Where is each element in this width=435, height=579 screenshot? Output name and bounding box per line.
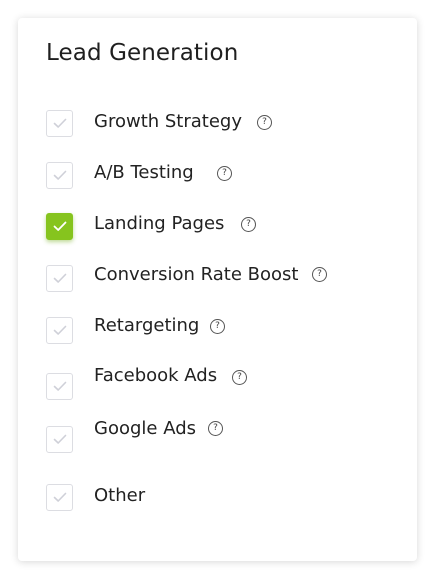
check-icon	[53, 434, 67, 444]
option-ab-testing[interactable]: A/B Testing ?	[18, 158, 417, 190]
option-growth-strategy[interactable]: Growth Strategy ?	[18, 106, 417, 138]
option-label: Google Ads	[94, 418, 196, 439]
help-icon[interactable]: ?	[210, 319, 225, 334]
option-label: Conversion Rate Boost	[94, 264, 299, 285]
check-icon	[53, 221, 67, 231]
section-title: Lead Generation	[46, 40, 239, 66]
checkbox-retargeting[interactable]	[46, 317, 73, 344]
option-label: A/B Testing	[94, 162, 194, 183]
help-icon[interactable]: ?	[232, 370, 247, 385]
check-icon	[53, 492, 67, 502]
option-label: Facebook Ads	[94, 365, 218, 386]
check-icon	[53, 325, 67, 335]
option-label: Landing Pages	[94, 213, 225, 234]
option-facebook-ads[interactable]: Facebook Ads ?	[18, 365, 417, 400]
check-icon	[53, 273, 67, 283]
option-label: Growth Strategy	[94, 111, 242, 132]
lead-generation-card: Lead Generation Growth Strategy ? A/B Te…	[18, 18, 417, 561]
checkbox-growth-strategy[interactable]	[46, 110, 73, 137]
option-other[interactable]: Other	[18, 482, 417, 514]
help-icon[interactable]: ?	[257, 115, 272, 130]
check-icon	[53, 381, 67, 391]
checkbox-google-ads[interactable]	[46, 426, 73, 453]
help-icon[interactable]: ?	[217, 166, 232, 181]
option-conversion-rate-boost[interactable]: Conversion Rate Boost ?	[18, 261, 417, 293]
checkbox-ab-testing[interactable]	[46, 162, 73, 189]
checkbox-facebook-ads[interactable]	[46, 373, 73, 400]
checkbox-landing-pages[interactable]	[46, 213, 73, 240]
option-retargeting[interactable]: Retargeting ?	[18, 313, 417, 345]
help-icon[interactable]: ?	[312, 267, 327, 282]
check-icon	[53, 170, 67, 180]
checkbox-conversion-rate-boost[interactable]	[46, 265, 73, 292]
option-label: Retargeting	[94, 315, 200, 336]
help-icon[interactable]: ?	[208, 421, 223, 436]
option-google-ads[interactable]: Google Ads ?	[18, 418, 417, 454]
option-landing-pages[interactable]: Landing Pages ?	[18, 210, 417, 242]
check-icon	[53, 118, 67, 128]
option-label: Other	[94, 485, 146, 506]
checkbox-other[interactable]	[46, 484, 73, 511]
help-icon[interactable]: ?	[241, 217, 256, 232]
